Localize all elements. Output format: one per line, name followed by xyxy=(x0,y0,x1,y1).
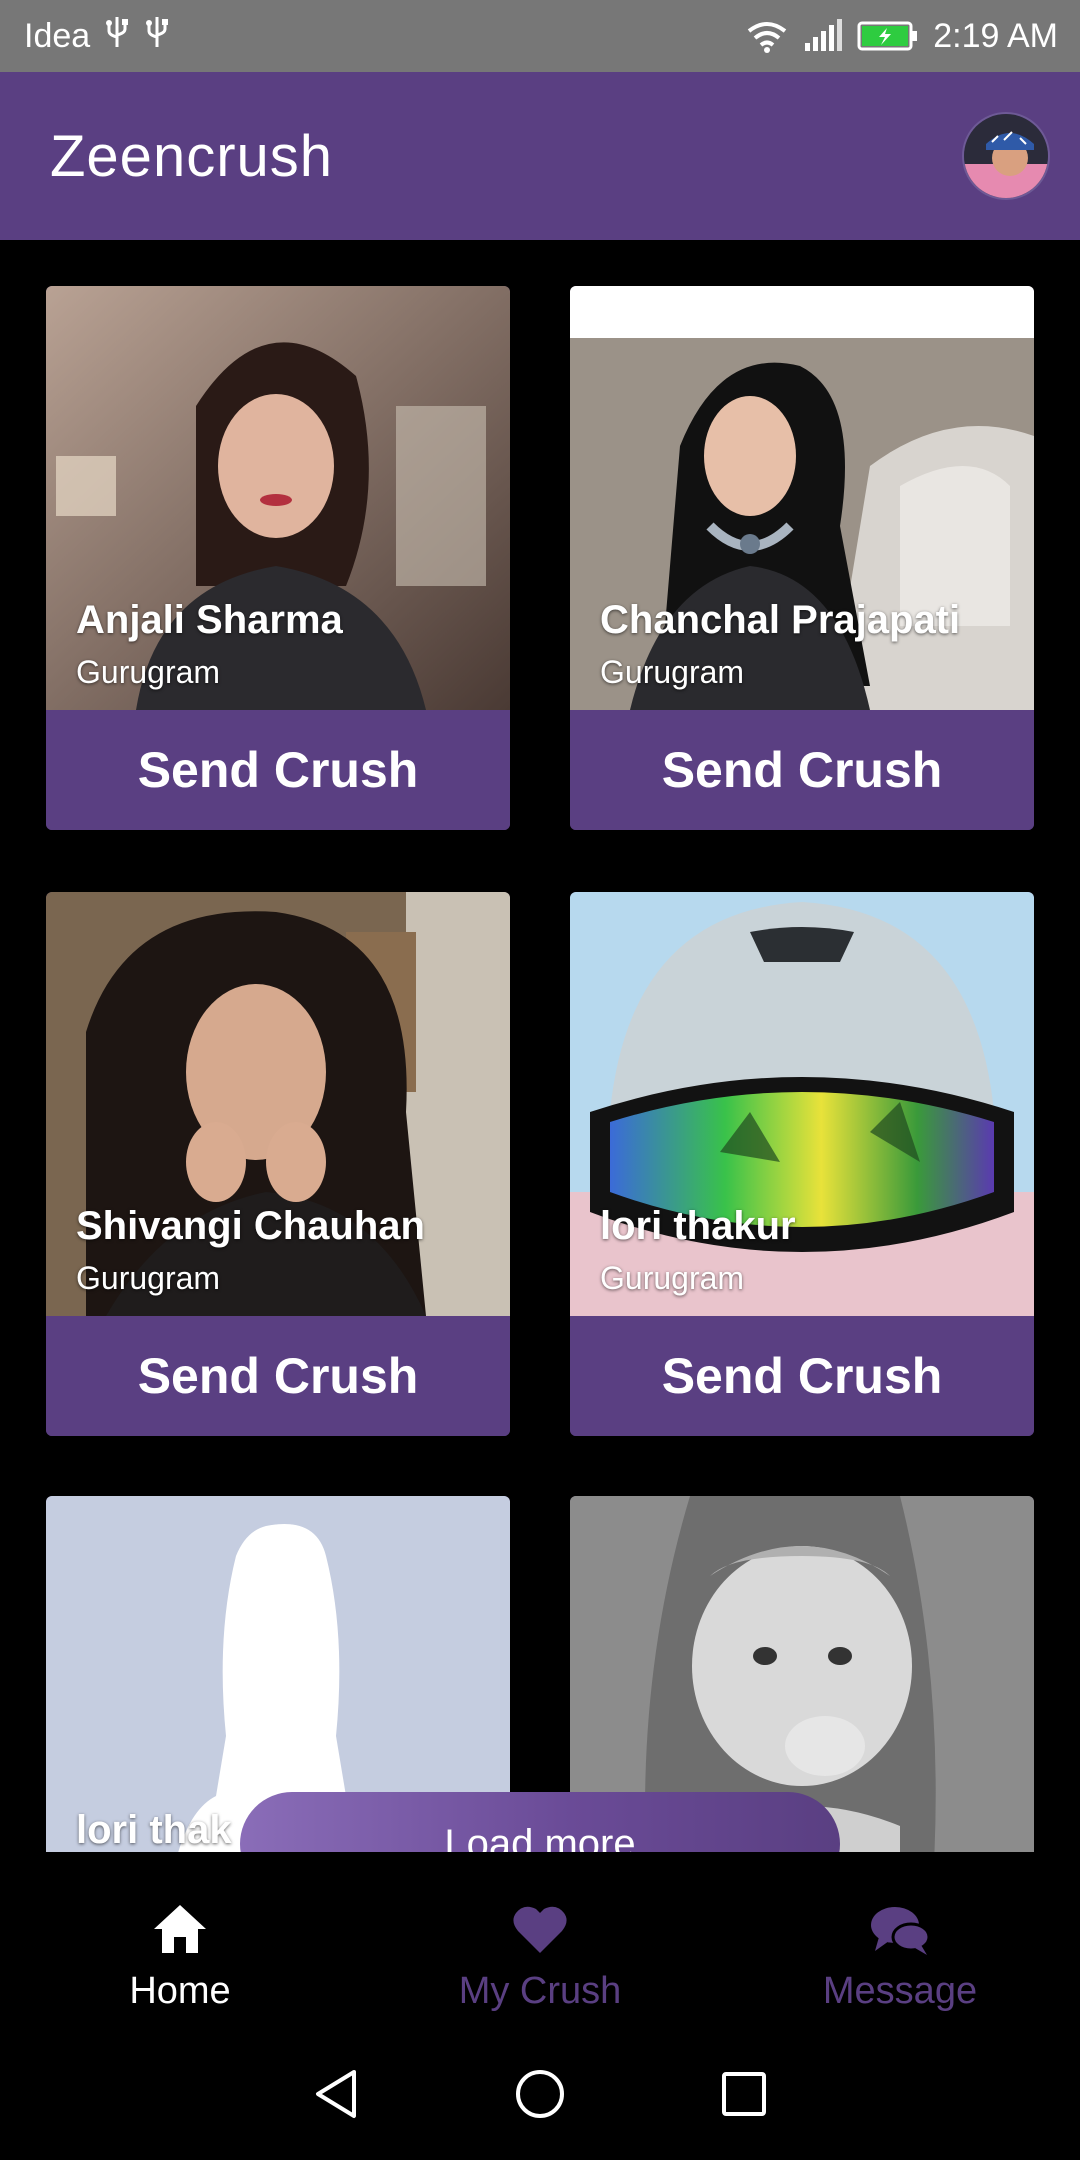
nav-label-home: Home xyxy=(129,1970,231,2012)
profile-name: Anjali Sharma xyxy=(76,598,343,642)
profile-photo[interactable] xyxy=(570,892,1034,1316)
profile-name: lori thakur xyxy=(600,1204,796,1248)
profile-avatar[interactable] xyxy=(962,112,1050,200)
profile-photo[interactable] xyxy=(46,892,510,1316)
profile-card[interactable]: lori thakur Gurugram Send Crush xyxy=(570,892,1034,1436)
profile-city: Gurugram xyxy=(600,1260,745,1296)
send-crush-button[interactable]: Send Crush xyxy=(570,1316,1034,1436)
nav-label-my-crush: My Crush xyxy=(458,1970,622,2012)
profile-city: Gurugram xyxy=(76,654,221,690)
status-left: Idea xyxy=(24,15,170,58)
bottom-nav: Home My Crush Message xyxy=(0,1852,1080,2032)
usb-icon xyxy=(104,15,130,58)
profile-card[interactable]: Chanchal Prajapati Gurugram Send Crush xyxy=(570,286,1034,830)
home-circle-icon[interactable] xyxy=(512,2066,568,2127)
profile-card[interactable]: Shivangi Chauhan Gurugram Send Crush xyxy=(46,892,510,1436)
profile-city: Gurugram xyxy=(600,654,745,690)
profile-city: Gurugram xyxy=(76,1260,221,1296)
carrier-label: Idea xyxy=(24,16,91,55)
nav-item-my-crush[interactable]: My Crush xyxy=(360,1852,720,2032)
profile-name: Shivangi Chauhan xyxy=(76,1204,425,1248)
app-title: Zeencrush xyxy=(50,123,334,189)
back-icon[interactable] xyxy=(310,2066,362,2127)
send-crush-button[interactable]: Send Crush xyxy=(46,710,510,830)
wifi-icon xyxy=(745,19,789,53)
nav-item-message[interactable]: Message xyxy=(720,1852,1080,2032)
nav-item-home[interactable]: Home xyxy=(0,1852,360,2032)
profile-name: Chanchal Prajapati xyxy=(600,598,961,642)
profile-photo[interactable] xyxy=(46,286,510,710)
profile-grid: Anjali Sharma Gurugram Send Crush Chanch… xyxy=(0,240,1080,1852)
status-bar: Idea 2:19 AM xyxy=(0,0,1080,72)
send-crush-button[interactable]: Send Crush xyxy=(46,1316,510,1436)
app-bar: Zeencrush xyxy=(0,72,1080,240)
home-icon xyxy=(150,1901,210,1962)
clock-time: 2:19 AM xyxy=(933,16,1058,55)
heart-icon xyxy=(510,1901,570,1962)
profile-photo[interactable] xyxy=(570,286,1034,710)
profile-card[interactable]: Anjali Sharma Gurugram Send Crush xyxy=(46,286,510,830)
usb-icon xyxy=(144,15,170,58)
android-nav-bar xyxy=(0,2032,1080,2160)
nav-label-message: Message xyxy=(822,1970,978,2012)
profile-name: lori thak xyxy=(76,1808,232,1852)
send-crush-button[interactable]: Send Crush xyxy=(570,710,1034,830)
chat-bubbles-icon xyxy=(867,1901,933,1962)
battery-charging-icon xyxy=(857,19,919,53)
signal-icon xyxy=(803,19,843,53)
status-right: 2:19 AM xyxy=(745,17,1058,56)
recents-icon[interactable] xyxy=(718,2066,770,2127)
